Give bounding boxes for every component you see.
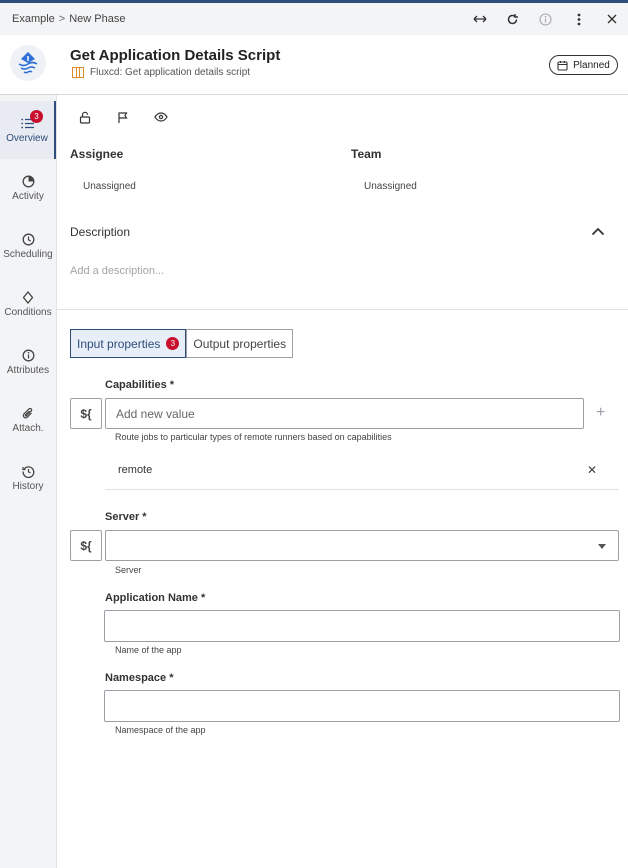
sidebar-item-label: Overview (6, 133, 48, 144)
application-name-helper: Name of the app (115, 645, 182, 655)
tab-label: Input properties (77, 336, 161, 351)
properties-tabs: Input properties 3 Output properties (70, 329, 294, 358)
paperclip-icon (21, 406, 35, 420)
refresh-icon[interactable] (496, 3, 529, 35)
task-type-icon (72, 67, 84, 78)
task-type-label: Fluxcd: Get application details script (90, 67, 251, 78)
breadcrumb-separator: > (58, 13, 66, 25)
task-header: Get Application Details Script Fluxcd: G… (0, 35, 628, 95)
breadcrumb-current: New Phase (69, 13, 126, 25)
capabilities-label: Capabilities * (105, 379, 175, 391)
team-value[interactable]: Unassigned (364, 181, 417, 192)
sidebar-item-label: History (12, 481, 44, 492)
sidebar-item-history[interactable]: History (0, 449, 56, 507)
overview-badge: 3 (30, 110, 43, 123)
calendar-icon (557, 60, 568, 71)
tab-input-properties[interactable]: Input properties 3 (70, 329, 187, 358)
tab-label: Output properties (193, 336, 287, 351)
assignee-label: Assignee (70, 147, 124, 161)
more-vertical-icon[interactable] (562, 3, 595, 35)
server-label: Server * (105, 511, 147, 523)
pie-chart-icon (21, 174, 35, 188)
dropdown-caret-icon (598, 544, 606, 549)
input-properties-badge: 3 (166, 337, 180, 350)
add-capability-icon[interactable]: + (596, 404, 605, 422)
info-circle-icon (21, 348, 35, 362)
task-type: Fluxcd: Get application details script (72, 67, 250, 78)
history-icon (21, 464, 35, 478)
sidebar-item-activity[interactable]: Activity (0, 159, 56, 217)
unlock-icon[interactable] (77, 109, 93, 125)
list-icon: 3 (20, 110, 43, 130)
capabilities-input[interactable] (105, 398, 584, 429)
description-label: Description (70, 225, 131, 239)
server-variable-button[interactable]: ${ (70, 530, 102, 561)
server-helper: Server (115, 565, 142, 575)
sidebar-item-attributes[interactable]: Attributes (0, 333, 56, 391)
capability-value: remote (118, 464, 153, 476)
sidebar-item-conditions[interactable]: Conditions (0, 275, 56, 333)
expand-width-icon[interactable] (463, 3, 496, 35)
chevron-up-icon[interactable] (591, 223, 605, 241)
application-name-label: Application Name * (105, 592, 206, 604)
tab-output-properties[interactable]: Output properties (186, 329, 294, 358)
diamond-icon (21, 290, 35, 304)
namespace-label: Namespace * (105, 672, 174, 684)
description-field[interactable]: Add a description... (70, 265, 164, 277)
eye-icon[interactable] (153, 109, 169, 125)
server-select[interactable] (105, 530, 619, 561)
namespace-helper: Namespace of the app (115, 725, 206, 735)
status-label: Planned (573, 59, 610, 71)
sidebar-item-label: Scheduling (3, 249, 53, 260)
sidebar-item-attachments[interactable]: Attach. (0, 391, 56, 449)
status-badge[interactable]: Planned (549, 55, 618, 75)
sidebar-item-label: Conditions (4, 307, 52, 318)
sidebar-item-label: Activity (12, 191, 44, 202)
namespace-input[interactable] (104, 690, 620, 722)
remove-capability-icon[interactable]: ✕ (587, 463, 597, 477)
info-icon[interactable] (529, 3, 562, 35)
app-logo (10, 45, 46, 81)
window-actions (463, 3, 628, 35)
sidebar-item-label: Attach. (12, 423, 44, 434)
capabilities-variable-button[interactable]: ${ (70, 398, 102, 429)
sidebar-item-label: Attributes (6, 365, 50, 376)
assignee-value[interactable]: Unassigned (83, 181, 136, 192)
application-name-input[interactable] (104, 610, 620, 642)
breadcrumb-parent[interactable]: Example (12, 13, 55, 25)
task-toolbar (77, 109, 169, 125)
clock-icon (21, 232, 35, 246)
page-title: Get Application Details Script (70, 47, 281, 64)
sidebar-item-overview[interactable]: 3 Overview (0, 101, 56, 159)
capabilities-helper: Route jobs to particular types of remote… (115, 432, 392, 442)
sidebar-item-scheduling[interactable]: Scheduling (0, 217, 56, 275)
section-divider (57, 309, 628, 310)
sidebar: 3 Overview Activity Scheduling Condition… (0, 95, 57, 868)
team-label: Team (351, 147, 382, 161)
main-panel: Assignee Unassigned Team Unassigned Desc… (57, 95, 628, 868)
close-icon[interactable] (595, 3, 628, 35)
flag-icon[interactable] (115, 109, 131, 125)
capability-item: remote ✕ (105, 455, 619, 490)
